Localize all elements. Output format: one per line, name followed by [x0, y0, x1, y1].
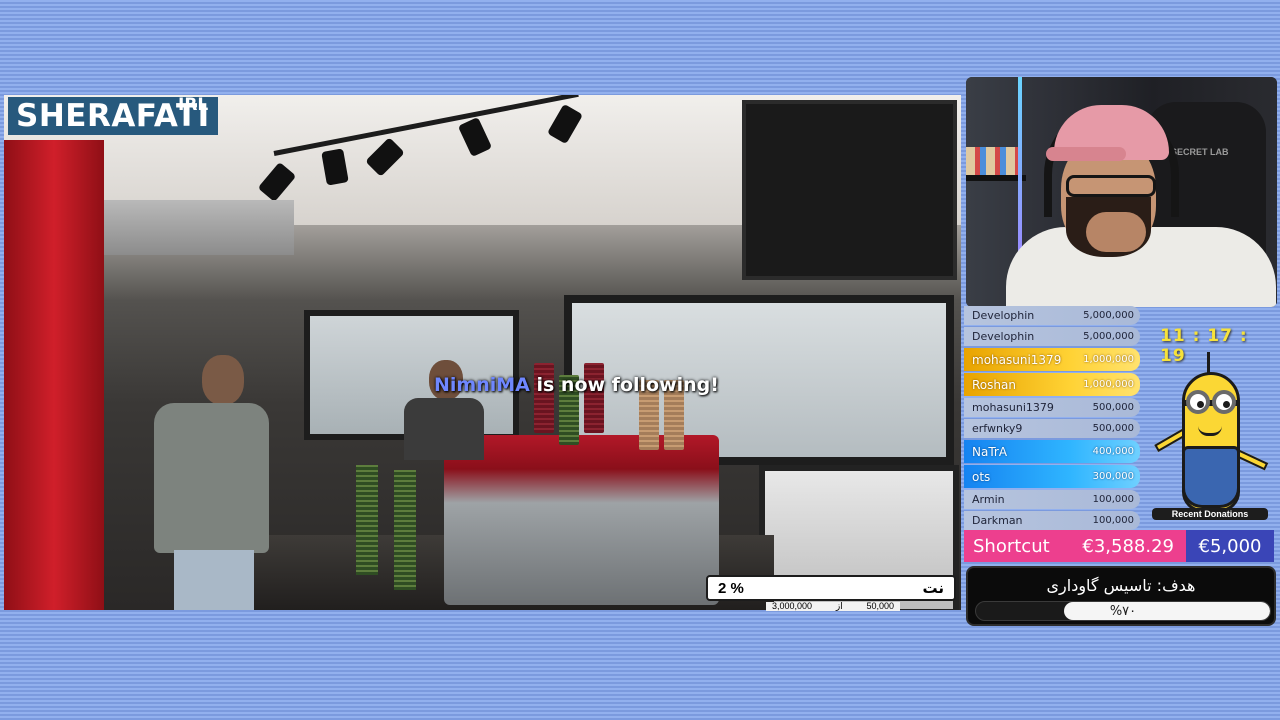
poll-subtext: 3,000,000 از 50,000 — [766, 602, 900, 611]
poll-sub-left: 3,000,000 — [772, 602, 813, 611]
shelf — [966, 175, 1026, 181]
red-door — [4, 140, 104, 610]
poll-right-label: نت — [922, 580, 944, 597]
chair-brand: SECRET LAB — [1171, 147, 1229, 157]
donor-name: Armin — [972, 493, 1005, 506]
donor-name: Darkman — [972, 514, 1023, 527]
channel-suffix: IRL — [178, 95, 209, 115]
follow-message: is now following! — [536, 374, 719, 396]
donation-row: NaTrA 400,000 — [964, 440, 1140, 463]
donation-row: mohasuni1379 1,000,000 — [964, 348, 1140, 371]
donor-name: Develophin — [972, 330, 1035, 343]
donor-name: ots — [972, 469, 991, 484]
poll-left-value: 2 % — [718, 579, 744, 597]
donation-row: ots 300,000 — [964, 465, 1140, 488]
donation-amount: 1,000,000 — [1083, 379, 1134, 390]
donation-amount: 5,000,000 — [1083, 310, 1134, 321]
donation-row: mohasuni1379 500,000 — [964, 398, 1140, 417]
donor-name: NaTrA — [972, 444, 1008, 459]
shortcut-goal-bar: Shortcut €3,588.29 €5,000 — [964, 530, 1274, 562]
donation-amount: 300,000 — [1092, 471, 1134, 482]
donation-leaderboard: Develophin 5,000,000 Develophin 5,000,000 mo… — [964, 306, 1140, 532]
recent-donations-label: Recent Donations — [1152, 508, 1268, 520]
minion-mascot — [1152, 346, 1272, 516]
donation-amount: 5,000,000 — [1083, 331, 1134, 342]
kitchen-hood — [104, 200, 294, 255]
follow-alert: NimniMA is now following! — [434, 374, 719, 396]
shortcut-progress: Shortcut €3,588.29 — [964, 530, 1186, 562]
donor-name: erfwnky9 — [972, 422, 1023, 435]
shortcut-current: €3,588.29 — [1082, 535, 1174, 557]
donation-row: erfwnky9 500,000 — [964, 419, 1140, 438]
donation-row: Develophin 5,000,000 — [964, 306, 1140, 325]
donation-row: Darkman 100,000 — [964, 511, 1140, 530]
donation-amount: 100,000 — [1092, 494, 1134, 505]
donor-name: mohasuni1379 — [972, 352, 1062, 367]
goal-progress-track: %۷۰ — [975, 601, 1271, 621]
main-camera-feed — [4, 95, 961, 610]
poll-sub-mid: از — [835, 602, 843, 611]
facecam: SECRET LAB — [966, 77, 1277, 307]
goal-title: هدف: تاسیس گاوداری — [1046, 576, 1196, 595]
figurine-shelf — [966, 147, 1021, 175]
donation-row: Develophin 5,000,000 — [964, 327, 1140, 346]
streamer-hand — [1086, 212, 1146, 252]
donor-name: mohasuni1379 — [972, 401, 1054, 414]
cup-stack — [394, 470, 416, 590]
donation-amount: 1,000,000 — [1083, 354, 1134, 365]
shortcut-target: €5,000 — [1186, 530, 1274, 562]
donation-row: Roshan 1,000,000 — [964, 373, 1140, 396]
donation-amount: 500,000 — [1092, 402, 1134, 413]
espresso-machine — [444, 435, 719, 605]
donation-row: Armin 100,000 — [964, 490, 1140, 509]
poll-sub-right: 50,000 — [866, 602, 894, 611]
person-customer — [154, 355, 274, 610]
donation-amount: 400,000 — [1092, 446, 1134, 457]
donation-amount: 100,000 — [1092, 515, 1134, 526]
donor-name: Roshan — [972, 377, 1016, 392]
goal-percent: %۷۰ — [1109, 604, 1137, 619]
cap-brim — [1046, 147, 1126, 161]
wall-tv — [742, 100, 957, 280]
goal-box: هدف: تاسیس گاوداری %۷۰ — [966, 566, 1276, 626]
donor-name: Develophin — [972, 309, 1035, 322]
follower-name: NimniMA — [434, 374, 530, 396]
cup-stack — [356, 465, 378, 575]
poll-bar: 2 % نت — [706, 575, 956, 601]
donation-amount: 500,000 — [1092, 423, 1134, 434]
shortcut-label: Shortcut — [973, 535, 1050, 557]
